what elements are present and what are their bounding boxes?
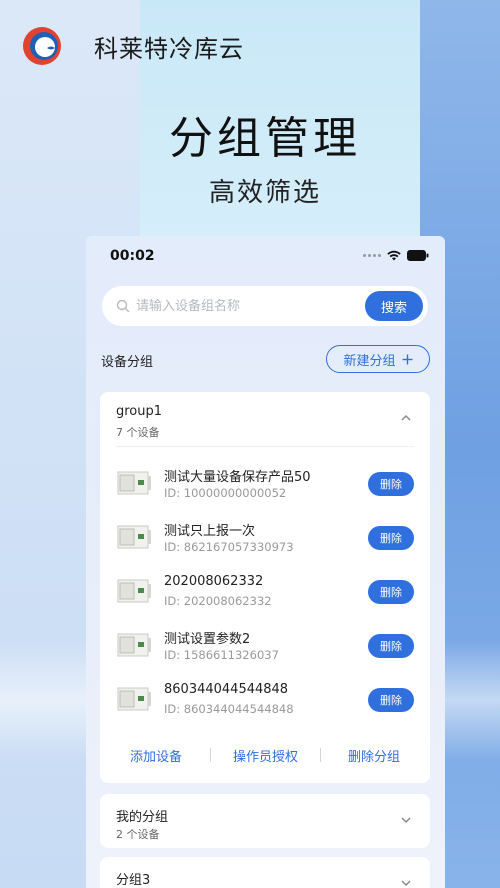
delete-device-button[interactable]: 删除: [368, 526, 414, 550]
action-separator: [320, 748, 321, 762]
delete-device-button[interactable]: 删除: [368, 688, 414, 712]
group-header[interactable]: group1 7 个设备: [100, 392, 430, 446]
wifi-icon: [387, 250, 401, 261]
device-id: ID: 862167057330973: [164, 540, 294, 554]
group-card[interactable]: 分组3: [100, 857, 430, 888]
signal-dots-icon: [363, 254, 381, 257]
group-card[interactable]: 我的分组 2 个设备: [100, 794, 430, 848]
group-device-count: 2 个设备: [116, 828, 160, 841]
app-logo-icon: [22, 26, 62, 66]
cold-storage-unit-icon: [117, 471, 151, 495]
new-group-label: 新建分组: [343, 353, 396, 369]
battery-icon: [407, 250, 429, 261]
app-name: 科莱特冷库云: [94, 34, 244, 63]
add-device-link[interactable]: 添加设备: [130, 746, 182, 765]
device-id: ID: 10000000000052: [164, 486, 287, 500]
device-id: ID: 1586611326037: [164, 648, 279, 662]
chevron-down-icon[interactable]: [400, 877, 412, 888]
hero-subtitle: 高效筛选: [208, 178, 321, 208]
operator-auth-link[interactable]: 操作员授权: [233, 746, 298, 765]
chevron-down-icon[interactable]: [400, 814, 412, 826]
search-icon: [116, 299, 130, 313]
group-name: 我的分组: [116, 810, 169, 825]
divider: [116, 446, 414, 447]
plus-icon: [402, 354, 412, 364]
device-name: 202008062332: [164, 574, 264, 589]
device-id: ID: 202008062332: [164, 594, 272, 608]
status-bar: 00:02: [86, 236, 445, 276]
search-input[interactable]: [136, 298, 356, 314]
device-row[interactable]: 测试大量设备保存产品50 ID: 10000000000052 删除: [100, 458, 430, 512]
group-device-count: 7 个设备: [116, 426, 160, 439]
new-group-button[interactable]: 新建分组: [326, 345, 430, 373]
status-icons: [363, 250, 429, 261]
action-separator: [210, 748, 211, 762]
phone-screen: 00:02 搜索 设备分组 新建分组: [86, 236, 445, 888]
search-bar: 搜索: [102, 286, 428, 326]
chevron-up-icon[interactable]: [400, 412, 412, 424]
device-row[interactable]: 202008062332 ID: 202008062332 删除: [100, 566, 430, 620]
cold-storage-unit-icon: [117, 687, 151, 711]
delete-device-button[interactable]: 删除: [368, 634, 414, 658]
status-time: 00:02: [110, 248, 155, 264]
hero-title: 分组管理: [169, 113, 361, 164]
section-title: 设备分组: [101, 355, 154, 370]
group-actions: 添加设备 操作员授权 删除分组: [100, 740, 430, 770]
group-name: 分组3: [116, 873, 151, 888]
cold-storage-unit-icon: [117, 525, 151, 549]
delete-device-button[interactable]: 删除: [368, 472, 414, 496]
group-name: group1: [116, 404, 163, 419]
cold-storage-unit-icon: [117, 579, 151, 603]
device-name: 测试设置参数2: [164, 632, 251, 647]
device-id: ID: 860344044544848: [164, 702, 294, 716]
device-row[interactable]: 860344044544848 ID: 860344044544848 删除: [100, 674, 430, 728]
search-button[interactable]: 搜索: [365, 291, 423, 321]
cold-storage-unit-icon: [117, 633, 151, 657]
device-name: 测试大量设备保存产品50: [164, 470, 311, 485]
device-row[interactable]: 测试只上报一次 ID: 862167057330973 删除: [100, 512, 430, 566]
device-name: 860344044544848: [164, 682, 289, 697]
group-card: group1 7 个设备 测试大量设备保存产品50 ID: 1000000000…: [100, 392, 430, 783]
delete-group-link[interactable]: 删除分组: [348, 746, 400, 765]
device-row[interactable]: 测试设置参数2 ID: 1586611326037 删除: [100, 620, 430, 674]
device-name: 测试只上报一次: [164, 524, 256, 539]
delete-device-button[interactable]: 删除: [368, 580, 414, 604]
brand-header: 科莱特冷库云: [22, 26, 244, 66]
